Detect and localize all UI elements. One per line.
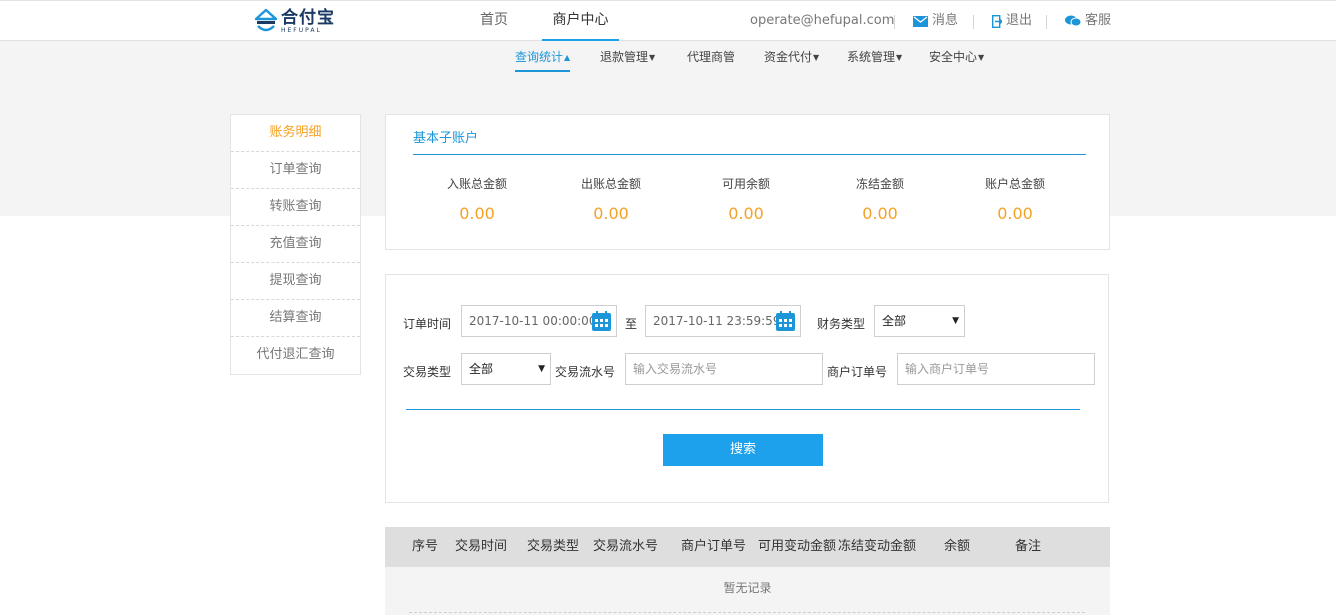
column-header: 交易流水号 bbox=[593, 539, 659, 554]
chat-bubble-icon bbox=[1065, 15, 1081, 27]
logout-label: 退出 bbox=[1006, 13, 1033, 28]
subnav-label: 代理商管 bbox=[687, 50, 736, 64]
column-header: 序号 bbox=[412, 539, 439, 554]
sidebar-item-withdraw-query[interactable]: 提现查询 bbox=[231, 263, 360, 300]
subnav-system-management[interactable]: 系统管理▼ bbox=[847, 44, 902, 72]
subnav-refund-management[interactable]: 退款管理▼ bbox=[600, 44, 655, 72]
trade-no-input[interactable]: 输入交易流水号 bbox=[625, 353, 823, 385]
stat-value: 0.00 bbox=[728, 204, 764, 223]
stat-total-expense: 出账总金额 0.00 bbox=[546, 175, 676, 223]
customer-service-link[interactable]: 客服 bbox=[1065, 1, 1111, 41]
subnav-security-center[interactable]: 安全中心▼ bbox=[929, 44, 984, 72]
nav-home[interactable]: 首页 bbox=[480, 1, 508, 41]
end-time-value: 2017-10-11 23:59:59 bbox=[653, 314, 781, 328]
stat-total-income: 入账总金额 0.00 bbox=[412, 175, 542, 223]
subnav-label: 退款管理 bbox=[600, 50, 649, 64]
sidebar-item-account-details[interactable]: 账务明细 bbox=[231, 115, 360, 152]
column-header: 交易时间 bbox=[455, 539, 508, 554]
subnav-query-stats[interactable]: 查询统计▲ bbox=[515, 44, 571, 72]
stat-account-total: 账户总金额 0.00 bbox=[950, 175, 1080, 223]
stat-label: 账户总金额 bbox=[984, 177, 1045, 191]
caret-down-icon: ▼ bbox=[813, 53, 820, 62]
stat-label: 出账总金额 bbox=[580, 177, 641, 191]
trade-type-select[interactable]: 全部 ▼ bbox=[461, 353, 551, 385]
divider bbox=[413, 154, 1086, 155]
merchant-order-input[interactable]: 输入商户订单号 bbox=[897, 353, 1095, 385]
top-navigation-bar: 合付宝 HEFUPAL 首页 商户中心 operate@hefupal.com … bbox=[0, 0, 1336, 41]
stat-value: 0.00 bbox=[593, 204, 629, 223]
divider bbox=[973, 15, 974, 29]
stat-value: 0.00 bbox=[862, 204, 898, 223]
nav-merchant-center[interactable]: 商户中心 bbox=[542, 1, 619, 41]
caret-down-icon: ▼ bbox=[978, 53, 985, 62]
stat-label: 入账总金额 bbox=[446, 177, 507, 191]
search-form-card: 订单时间 2017-10-11 00:00:00 至 2017-10-11 23… bbox=[385, 274, 1109, 503]
caret-down-icon: ▼ bbox=[896, 53, 903, 62]
subnav-label: 系统管理 bbox=[847, 50, 896, 64]
merchant-order-label: 商户订单号 bbox=[827, 365, 888, 379]
sidebar-item-recharge-query[interactable]: 充值查询 bbox=[231, 226, 360, 263]
calendar-icon[interactable] bbox=[592, 311, 611, 331]
column-header: 商户订单号 bbox=[681, 539, 747, 554]
end-time-input[interactable]: 2017-10-11 23:59:59 bbox=[645, 305, 801, 337]
messages-link[interactable]: 消息 bbox=[913, 1, 958, 41]
sidebar-item-transfer-query[interactable]: 转账查询 bbox=[231, 189, 360, 226]
stat-value: 0.00 bbox=[459, 204, 495, 223]
finance-type-value: 全部 bbox=[882, 314, 907, 328]
column-header: 交易类型 bbox=[527, 539, 580, 554]
stat-label: 可用余额 bbox=[721, 177, 770, 191]
card-title: 基本子账户 bbox=[413, 131, 479, 146]
sidebar-item-payment-return-query[interactable]: 代付退汇查询 bbox=[231, 337, 360, 374]
subnav-label: 资金代付 bbox=[764, 50, 813, 64]
subnav-label: 查询统计 bbox=[515, 50, 564, 64]
search-button[interactable]: 搜索 bbox=[663, 434, 823, 466]
caret-down-icon: ▼ bbox=[649, 53, 656, 62]
empty-state-text: 暂无记录 bbox=[723, 581, 772, 595]
trade-type-label: 交易类型 bbox=[403, 365, 452, 379]
divider bbox=[409, 612, 1085, 613]
column-header: 备注 bbox=[1015, 539, 1042, 554]
trade-type-value: 全部 bbox=[469, 362, 494, 376]
account-summary-card: 基本子账户 入账总金额 0.00 出账总金额 0.00 可用余额 0.00 冻结… bbox=[385, 114, 1110, 250]
user-email: operate@hefupal.com bbox=[750, 13, 895, 28]
sidebar-item-order-query[interactable]: 订单查询 bbox=[231, 152, 360, 189]
logout-link[interactable]: 退出 bbox=[992, 1, 1032, 41]
logout-icon bbox=[992, 14, 1002, 28]
calendar-icon[interactable] bbox=[776, 311, 795, 331]
dropdown-arrow-icon: ▼ bbox=[952, 316, 959, 326]
finance-type-select[interactable]: 全部 ▼ bbox=[874, 305, 965, 337]
hefupal-logo-icon bbox=[254, 8, 278, 32]
trade-no-label: 交易流水号 bbox=[555, 365, 616, 379]
start-time-input[interactable]: 2017-10-11 00:00:00 bbox=[461, 305, 617, 337]
sidebar-item-settlement-query[interactable]: 结算查询 bbox=[231, 300, 360, 337]
logo[interactable]: 合付宝 HEFUPAL bbox=[254, 7, 335, 35]
messages-label: 消息 bbox=[932, 13, 959, 28]
subnav-agent-management[interactable]: 代理商管 bbox=[687, 44, 735, 72]
divider bbox=[1046, 15, 1047, 29]
order-time-label: 订单时间 bbox=[403, 317, 452, 331]
table-header: 序号 交易时间 交易类型 交易流水号 商户订单号 可用变动金额 冻结变动金额 余… bbox=[385, 527, 1110, 567]
customer-service-label: 客服 bbox=[1085, 13, 1112, 28]
divider bbox=[894, 15, 895, 29]
start-time-value: 2017-10-11 00:00:00 bbox=[469, 314, 597, 328]
column-header: 冻结变动金额 bbox=[838, 539, 917, 554]
stat-available-balance: 可用余额 0.00 bbox=[681, 175, 811, 223]
mail-icon bbox=[913, 15, 928, 27]
to-label: 至 bbox=[625, 317, 638, 331]
divider bbox=[406, 409, 1080, 410]
logo-text: 合付宝 bbox=[281, 7, 335, 28]
logo-subtext: HEFUPAL bbox=[281, 26, 322, 34]
results-table: 序号 交易时间 交易类型 交易流水号 商户订单号 可用变动金额 冻结变动金额 余… bbox=[385, 527, 1110, 615]
caret-up-icon: ▲ bbox=[564, 53, 571, 62]
finance-type-label: 财务类型 bbox=[817, 317, 866, 331]
column-header: 余额 bbox=[944, 539, 971, 554]
sidebar-menu: 账务明细 订单查询 转账查询 充值查询 提现查询 结算查询 代付退汇查询 bbox=[230, 114, 361, 375]
stat-value: 0.00 bbox=[997, 204, 1033, 223]
column-header: 可用变动金额 bbox=[758, 539, 837, 554]
subnav-label: 安全中心 bbox=[929, 50, 978, 64]
stat-frozen-amount: 冻结金额 0.00 bbox=[815, 175, 945, 223]
dropdown-arrow-icon: ▼ bbox=[538, 364, 545, 374]
subnav-fund-payment[interactable]: 资金代付▼ bbox=[764, 44, 819, 72]
stat-label: 冻结金额 bbox=[855, 177, 904, 191]
